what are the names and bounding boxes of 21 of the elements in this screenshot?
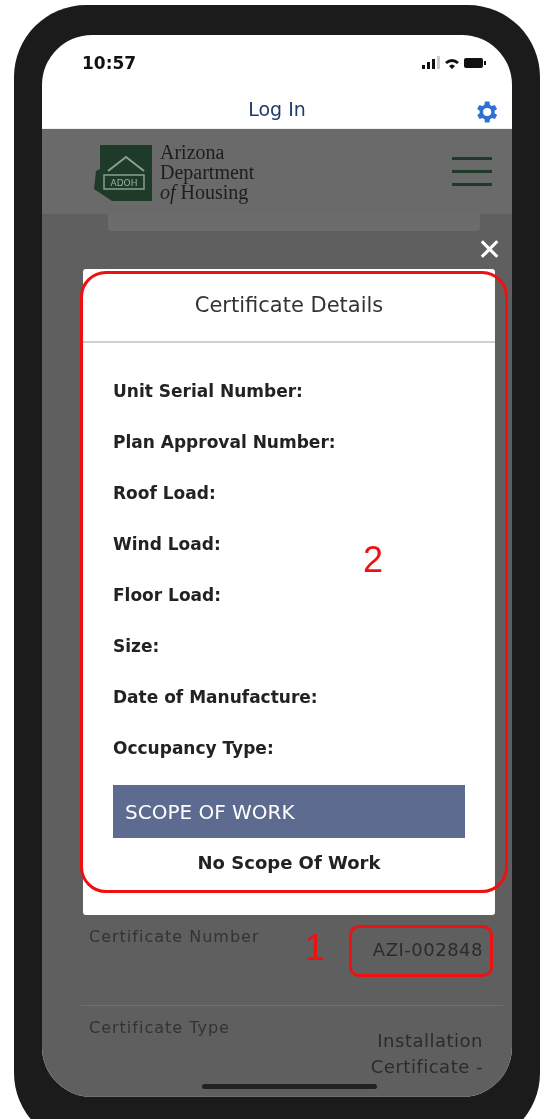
annotation-number: 2	[363, 539, 384, 581]
section-text: No Scope Of Work	[196, 852, 382, 873]
field-label: Unit Serial Number:	[113, 379, 303, 403]
field-label: Occupancy Type:	[113, 736, 274, 760]
field-label: Size:	[113, 634, 160, 658]
logo-text: Arizona	[160, 141, 226, 162]
field-label: Roof Load:	[113, 481, 216, 505]
wifi-icon	[445, 56, 459, 69]
section-header: SCOPE OF WORK	[113, 785, 465, 838]
field-label: Date of Manufacture:	[113, 685, 318, 709]
annotation-number: 1	[304, 927, 325, 969]
field-label: Plan Approval Number:	[113, 430, 336, 454]
logo-text: Department	[160, 161, 255, 182]
field-label: Floor Load:	[113, 583, 222, 607]
nav-title: Log In	[248, 98, 306, 121]
status-time: 10:57	[82, 52, 137, 73]
field-label: Wind Load:	[113, 532, 221, 556]
dialog-title: Certificate Details	[83, 269, 495, 343]
signal-icon	[422, 56, 440, 70]
close-button[interactable]: ✕	[477, 235, 502, 265]
battery-icon	[464, 57, 486, 68]
